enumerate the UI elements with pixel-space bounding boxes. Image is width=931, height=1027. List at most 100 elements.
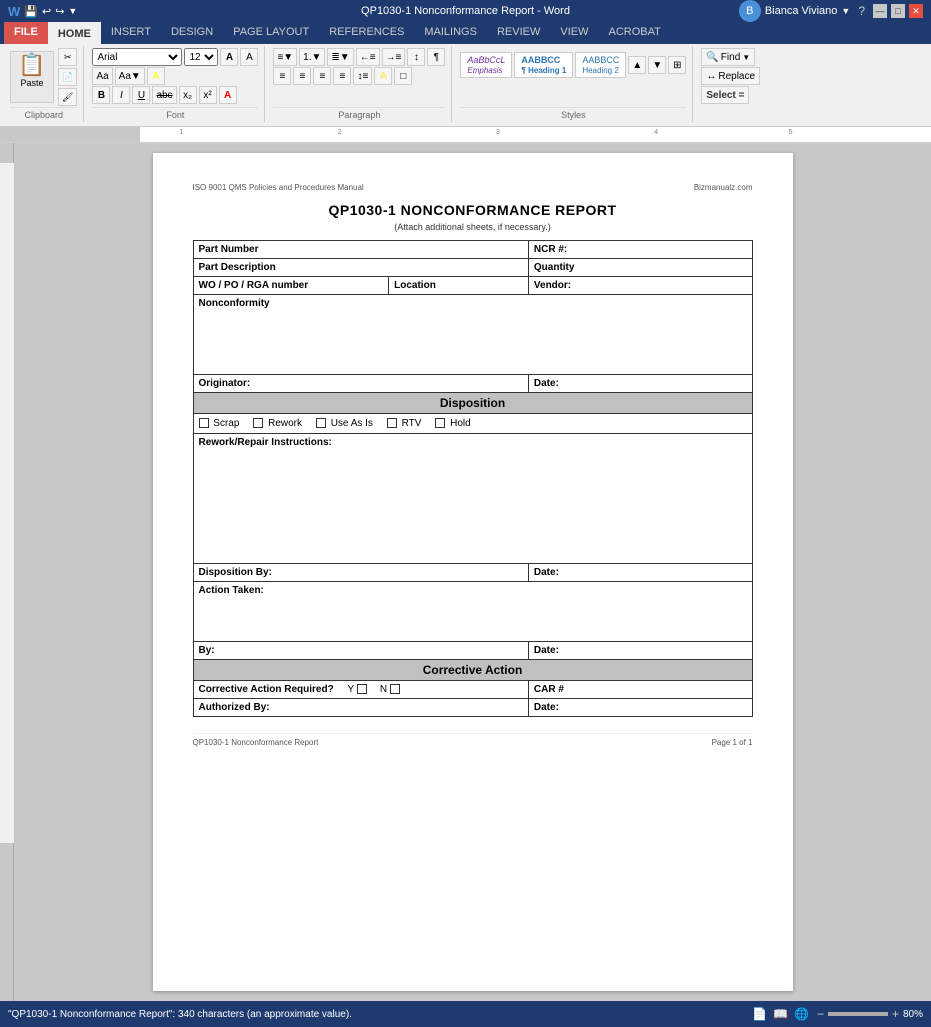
select-label: Select = xyxy=(706,90,744,101)
close-button[interactable]: ✕ xyxy=(909,4,923,18)
zoom-out-button[interactable]: − xyxy=(817,1007,824,1021)
zoom-slider[interactable] xyxy=(828,1012,888,1016)
vendor-label: Vendor: xyxy=(528,277,752,295)
tab-design[interactable]: DESIGN xyxy=(161,22,223,44)
align-center-button[interactable]: ≡ xyxy=(293,67,311,85)
copy-button[interactable]: 📄 xyxy=(58,68,77,86)
font-color-button[interactable]: A xyxy=(219,86,237,104)
minimize-button[interactable]: — xyxy=(873,4,887,18)
style-heading2[interactable]: AABBCCHeading 2 xyxy=(575,52,626,78)
style-heading1[interactable]: AABBCC¶ Heading 1 xyxy=(514,52,573,78)
rtv-checkbox[interactable] xyxy=(387,418,397,428)
cut-button[interactable]: ✂ xyxy=(58,48,77,66)
styles-scroll-down[interactable]: ▼ xyxy=(648,56,666,74)
styles-scroll-up[interactable]: ▲ xyxy=(628,56,646,74)
originator-label: Originator: xyxy=(193,375,528,393)
superscript-button[interactable]: x² xyxy=(199,86,217,104)
tab-acrobat[interactable]: ACROBAT xyxy=(598,22,670,44)
paragraph-label: Paragraph xyxy=(273,107,445,120)
scrap-checkbox[interactable] xyxy=(199,418,209,428)
scrap-label: Scrap xyxy=(213,418,239,429)
align-left-button[interactable]: ≡ xyxy=(273,67,291,85)
doc-subtitle: (Attach additional sheets, if necessary.… xyxy=(193,222,753,232)
find-button[interactable]: 🔍 Find ▼ xyxy=(701,48,755,66)
user-area[interactable]: B Bianca Viviano ▼ xyxy=(739,0,851,22)
view-web-icon[interactable]: 🌐 xyxy=(794,1007,809,1021)
bullets-button[interactable]: ≡▼ xyxy=(273,48,297,66)
quick-access-undo[interactable]: ↩ xyxy=(42,5,51,18)
change-case-button[interactable]: Aa▼ xyxy=(115,67,145,85)
wopo-label: WO / PO / RGA number xyxy=(193,277,389,295)
tab-mailings[interactable]: MAILINGS xyxy=(414,22,487,44)
font-content: Arial 12 A A Aa Aa▼ A B I U a xyxy=(92,48,258,107)
tab-file[interactable]: FILE xyxy=(4,22,48,44)
clear-format-button[interactable]: Aa xyxy=(92,67,112,85)
tab-home[interactable]: HOME xyxy=(48,22,101,44)
zoom-in-button[interactable]: + xyxy=(892,1007,899,1021)
n-checkbox[interactable] xyxy=(390,684,400,694)
maximize-button[interactable]: □ xyxy=(891,4,905,18)
para-row1: ≡▼ 1.▼ ≣▼ ←≡ →≡ ↕ ¶ xyxy=(273,48,445,66)
line-spacing-button[interactable]: ↕≡ xyxy=(353,67,372,85)
multilevel-button[interactable]: ≣▼ xyxy=(327,48,353,66)
help-icon[interactable]: ? xyxy=(858,4,865,18)
style-emphasis[interactable]: AaBbCcLEmphasis xyxy=(460,52,512,78)
corrective-n-label: N xyxy=(380,684,402,695)
align-right-button[interactable]: ≡ xyxy=(313,67,331,85)
format-painter-button[interactable]: 🖌 xyxy=(58,88,77,106)
sort-button[interactable]: ↕ xyxy=(407,48,425,66)
paste-button[interactable]: 📋 Paste xyxy=(10,51,54,103)
use-as-is-checkbox[interactable] xyxy=(316,418,326,428)
increase-indent-button[interactable]: →≡ xyxy=(382,48,406,66)
tab-insert[interactable]: INSERT xyxy=(101,22,161,44)
borders-button[interactable]: □ xyxy=(394,67,412,85)
strikethrough-button[interactable]: abc xyxy=(152,86,176,104)
rework-checkbox[interactable] xyxy=(253,418,263,428)
font-family-select[interactable]: Arial xyxy=(92,48,182,66)
italic-button[interactable]: I xyxy=(112,86,130,104)
quick-access-save[interactable]: 💾 xyxy=(24,5,38,18)
hold-checkbox[interactable] xyxy=(435,418,445,428)
doc-footer: QP1030-1 Nonconformance Report Page 1 of… xyxy=(193,733,753,747)
paste-label: Paste xyxy=(20,78,43,88)
y-checkbox[interactable] xyxy=(357,684,367,694)
user-menu-arrow[interactable]: ▼ xyxy=(841,6,850,16)
part-desc-label: Part Description xyxy=(193,259,528,277)
text-highlight-button[interactable]: A xyxy=(147,67,165,85)
styles-expand[interactable]: ⊞ xyxy=(668,56,686,74)
view-print-icon[interactable]: 📄 xyxy=(752,1007,767,1021)
disposition-header: Disposition xyxy=(193,393,752,414)
paragraph-content: ≡▼ 1.▼ ≣▼ ←≡ →≡ ↕ ¶ ≡ ≡ ≡ ≡ ↕≡ A □ xyxy=(273,48,445,107)
shading-button[interactable]: A xyxy=(374,67,392,85)
justify-button[interactable]: ≡ xyxy=(333,67,351,85)
select-button[interactable]: Select = xyxy=(701,86,749,104)
tab-references[interactable]: REFERENCES xyxy=(319,22,414,44)
ribbon-tabs: FILE HOME INSERT DESIGN PAGE LAYOUT REFE… xyxy=(0,22,931,44)
replace-button[interactable]: ↔ Replace xyxy=(701,67,760,85)
tab-view[interactable]: VIEW xyxy=(550,22,598,44)
quick-access-redo[interactable]: ↪ xyxy=(55,5,64,18)
zoom-percentage[interactable]: 80% xyxy=(903,1009,923,1020)
doc-title: QP1030-1 NONCONFORMANCE REPORT xyxy=(193,202,753,218)
bold-button[interactable]: B xyxy=(92,86,110,104)
clipboard-content: 📋 Paste ✂ 📄 🖌 xyxy=(10,48,77,107)
quick-access-more[interactable]: ▼ xyxy=(68,6,77,16)
view-read-icon[interactable]: 📖 xyxy=(773,1007,788,1021)
underline-button[interactable]: U xyxy=(132,86,150,104)
font-size-select[interactable]: 12 xyxy=(184,48,218,66)
tab-page-layout[interactable]: PAGE LAYOUT xyxy=(223,22,319,44)
shrink-font-button[interactable]: A xyxy=(240,48,258,66)
grow-font-button[interactable]: A xyxy=(220,48,238,66)
nonconformity-label: Nonconformity xyxy=(193,295,752,375)
status-left: "QP1030-1 Nonconformance Report": 340 ch… xyxy=(8,1009,352,1020)
subscript-button[interactable]: x₂ xyxy=(179,86,197,104)
show-marks-button[interactable]: ¶ xyxy=(427,48,445,66)
title-bar-left: W 💾 ↩ ↪ ▼ xyxy=(8,4,77,19)
doc-main-title: QP1030-1 NONCONFORMANCE REPORT xyxy=(193,202,753,218)
font-row2: Aa Aa▼ A xyxy=(92,67,258,85)
tab-review[interactable]: REVIEW xyxy=(487,22,550,44)
doc-footer-left: QP1030-1 Nonconformance Report xyxy=(193,738,319,747)
table-row-rework: Rework/Repair Instructions: xyxy=(193,434,752,564)
decrease-indent-button[interactable]: ←≡ xyxy=(356,48,380,66)
numbering-button[interactable]: 1.▼ xyxy=(299,48,325,66)
